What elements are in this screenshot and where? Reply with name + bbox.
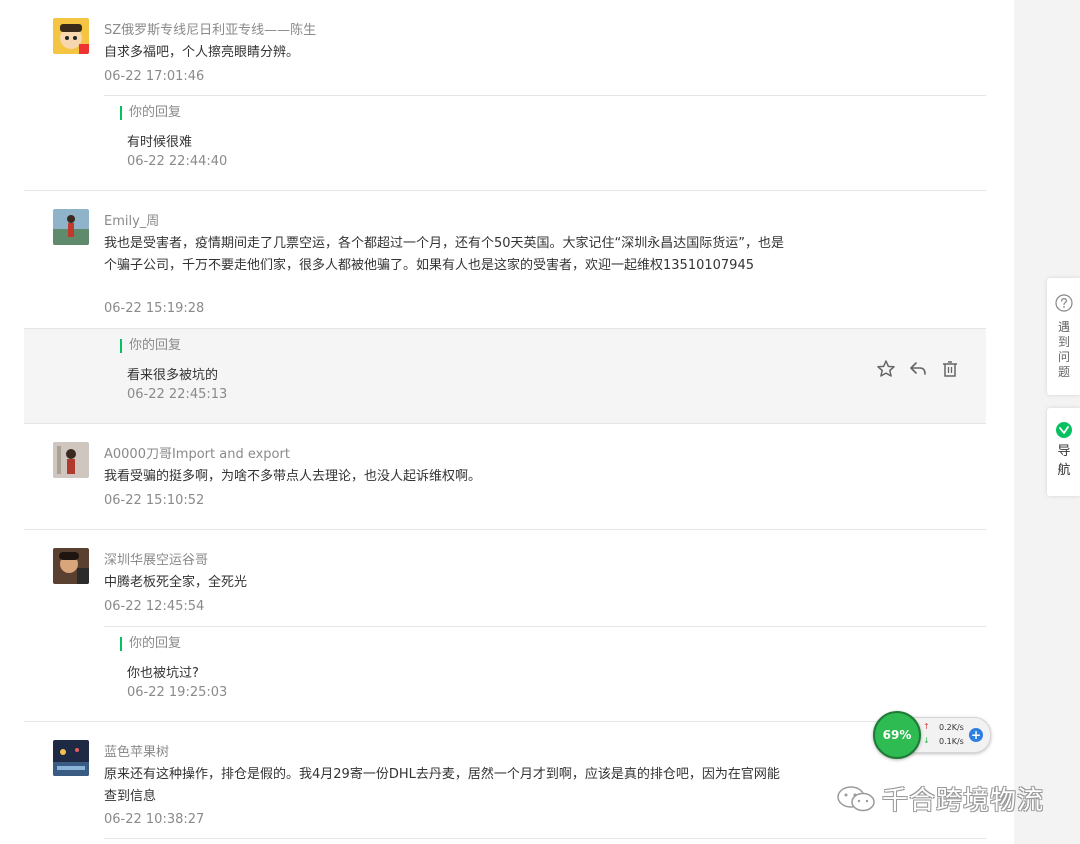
comment-item: Emily_周 我也是受害者，疫情期间走了几票空运，各个都超过一个月，还有个50…: [24, 209, 986, 423]
nav-panel[interactable]: 导航: [1047, 408, 1080, 496]
nav-logo-icon: [1056, 422, 1072, 438]
reply-block: 你的回复 看来很多被坑的 06-22 22:45:13: [24, 328, 986, 423]
trash-icon[interactable]: [940, 359, 960, 379]
reply-text: 看来很多被坑的: [127, 368, 219, 383]
comment-item: SZ俄罗斯专线尼日利亚专线——陈生 自求多福吧，个人擦亮眼睛分辨。 06-22 …: [24, 18, 986, 188]
comment-time: 06-22 10:38:27: [104, 812, 205, 827]
comment-item: A0000刀哥Import and export 我看受骗的挺多啊，为啥不多带点…: [24, 442, 986, 512]
comment-nickname: 深圳华展空运谷哥: [104, 553, 209, 568]
help-label: 遇到问题: [1057, 320, 1070, 379]
reply-text: 你也被坑过?: [127, 666, 199, 681]
reply-actions: [876, 359, 960, 379]
watermark: 千合跨境物流: [836, 780, 1044, 817]
comment-item: 深圳华展空运谷哥 中腾老板死全家，全死光 06-22 12:45:54 你的回复…: [24, 548, 986, 718]
reply-time: 06-22 19:25:03: [127, 685, 228, 700]
reply-block: 你的回复 你也被坑过? 06-22 19:25:03: [104, 626, 986, 719]
avatar[interactable]: [53, 740, 89, 776]
divider: [24, 721, 986, 722]
comment-time: 06-22 15:19:28: [104, 301, 205, 316]
nav-label: 导航: [1057, 444, 1071, 478]
question-icon: [1055, 294, 1073, 312]
divider: [24, 529, 986, 530]
comment-time: 06-22 15:10:52: [104, 493, 205, 508]
comment-text: 自求多福吧，个人擦亮眼睛分辨。: [104, 45, 300, 60]
comment-nickname: Emily_周: [104, 214, 160, 229]
comment-time: 06-22 17:01:46: [104, 69, 205, 84]
reply-label: 你的回复: [120, 339, 181, 353]
comment-text: 我也是受害者，疫情期间走了几票空运，各个都超过一个月，还有个50天英国。大家记住…: [104, 236, 785, 273]
reply-block: 你的回复 有时候很难 06-22 22:44:40: [104, 95, 986, 189]
divider: [24, 190, 986, 191]
reply-label: 你的回复: [120, 106, 181, 120]
comment-list: SZ俄罗斯专线尼日利亚专线——陈生 自求多福吧，个人擦亮眼睛分辨。 06-22 …: [0, 0, 1014, 844]
star-icon[interactable]: [876, 359, 896, 379]
download-arrow-icon: ↓: [923, 736, 930, 745]
divider: [104, 838, 986, 839]
comment-nickname: SZ俄罗斯专线尼日利亚专线——陈生: [104, 23, 317, 38]
help-panel[interactable]: 遇到问题: [1047, 278, 1080, 395]
comment-text: 原来还有这种操作，排仓是假的。我4月29寄一份DHL去丹麦，居然一个月才到啊，应…: [104, 767, 780, 804]
memory-percent[interactable]: 69%: [873, 711, 921, 759]
comment-text: 我看受骗的挺多啊，为啥不多带点人去理论，也没人起诉维权啊。: [104, 469, 482, 484]
network-speed-widget[interactable]: 69% ↑ 0.2K/s ↓ 0.1K/s +: [871, 711, 991, 759]
avatar[interactable]: [53, 18, 89, 54]
wechat-icon: [837, 785, 875, 811]
upload-speed: 0.2K/s: [939, 723, 964, 732]
comment-nickname: 蓝色苹果树: [104, 745, 170, 760]
upload-arrow-icon: ↑: [923, 722, 930, 731]
divider: [24, 423, 986, 424]
reply-text: 有时候很难: [127, 135, 193, 150]
plus-icon[interactable]: +: [969, 728, 983, 742]
comment-nickname: A0000刀哥Import and export: [104, 447, 290, 462]
avatar[interactable]: [53, 548, 89, 584]
avatar[interactable]: [53, 209, 89, 245]
reply-time: 06-22 22:45:13: [127, 387, 228, 402]
avatar[interactable]: [53, 442, 89, 478]
reply-label: 你的回复: [120, 637, 181, 651]
download-speed: 0.1K/s: [939, 737, 964, 746]
comment-time: 06-22 12:45:54: [104, 599, 205, 614]
reply-icon[interactable]: [908, 359, 928, 379]
watermark-text: 千合跨境物流: [882, 786, 1045, 816]
reply-time: 06-22 22:44:40: [127, 154, 228, 169]
comment-text: 中腾老板死全家，全死光: [104, 575, 248, 590]
